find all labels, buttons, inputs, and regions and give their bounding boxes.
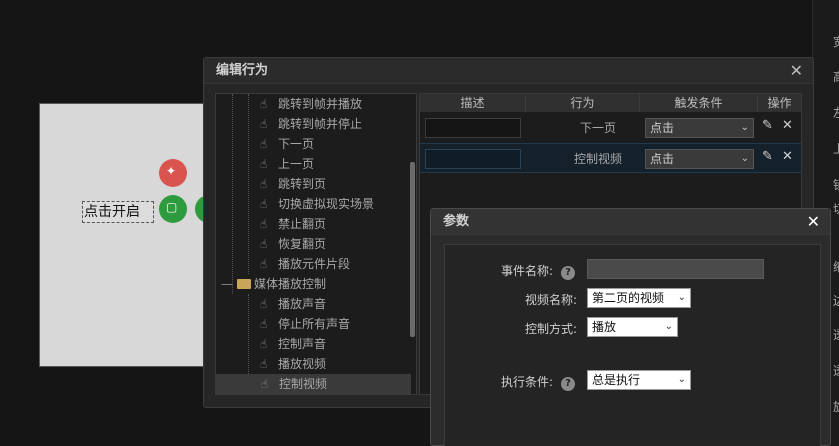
- event-name-input[interactable]: [587, 259, 764, 279]
- hand-icon: ☝: [261, 377, 269, 391]
- hand-icon: ☝: [260, 237, 268, 251]
- prop-switch-label: 切: [833, 200, 839, 217]
- col-header-action: 行为: [526, 94, 640, 112]
- col-header-desc: 描述: [420, 94, 526, 112]
- action-cell: 下一页: [579, 121, 616, 135]
- hand-icon: ☝: [260, 217, 268, 231]
- tree-item[interactable]: ☝ 上一页: [260, 154, 314, 174]
- table-row[interactable]: 控制视频 点击 ⌄ ✎ ✕: [420, 143, 801, 173]
- prop-opacity-label: 透: [833, 326, 839, 343]
- prop-width-label: 宽: [833, 33, 839, 50]
- param-dialog: 参数 ✕ 事件名称:? 视频名称: 第二页的视频 ⌄ 控制方式: 播放 ⌄ 执行条件…: [430, 208, 831, 446]
- tree-item[interactable]: ☝ 跳转到帧并停止: [260, 114, 362, 134]
- edit-icon[interactable]: ✎: [762, 149, 773, 164]
- close-icon[interactable]: ✕: [790, 61, 803, 80]
- col-header-ops: 操作: [758, 94, 801, 112]
- add-behavior-icon[interactable]: ✦: [159, 159, 187, 187]
- delete-icon[interactable]: ✕: [782, 149, 793, 164]
- hand-icon: ☝: [260, 97, 268, 111]
- exec-condition-select[interactable]: 总是执行 ⌄: [587, 370, 691, 390]
- prop-top-label: 上: [833, 140, 839, 157]
- prop-opacity2-label: 透: [833, 362, 839, 379]
- hand-icon: ☝: [260, 257, 268, 271]
- prop-height-label: 高: [833, 68, 839, 85]
- video-icon[interactable]: ▢: [159, 195, 187, 223]
- tree-item[interactable]: ☝ 恢复翻页: [260, 234, 326, 254]
- canvas-page[interactable]: ✦ ▢ 点击开启: [39, 103, 209, 367]
- tree-item[interactable]: ☝ 播放视频: [260, 354, 326, 374]
- tree-item[interactable]: ☝ 跳转到页: [260, 174, 326, 194]
- tree-group-media[interactable]: — 媒体播放控制: [221, 274, 326, 294]
- tree-scrollbar[interactable]: [410, 162, 415, 337]
- hand-icon: ☝: [260, 117, 268, 131]
- hand-icon: ☝: [260, 317, 268, 331]
- chevron-down-icon: ⌄: [740, 122, 749, 133]
- chevron-down-icon: ⌄: [677, 292, 686, 303]
- hand-icon: ☝: [260, 297, 268, 311]
- exec-condition-label: 执行条件:?: [445, 373, 575, 391]
- dialog-title: 编辑行为: [204, 58, 813, 84]
- chevron-down-icon: ⌄: [740, 153, 749, 164]
- control-method-select[interactable]: 播放 ⌄: [587, 317, 678, 337]
- prop-border-label: 边: [833, 292, 839, 309]
- tree-item[interactable]: ☝ 播放声音: [260, 294, 326, 314]
- tree-item-selected[interactable]: ☝ 控制视频: [216, 374, 411, 394]
- col-header-trigger: 触发条件: [640, 94, 758, 112]
- prop-scale-label: 缩: [833, 258, 839, 275]
- hand-icon: ☝: [260, 157, 268, 171]
- hand-icon: ☝: [260, 197, 268, 211]
- delete-icon[interactable]: ✕: [782, 118, 793, 133]
- video-name-label: 视频名称:: [524, 293, 577, 307]
- prop-rotate-label: 旋: [833, 398, 839, 415]
- help-icon[interactable]: ?: [561, 377, 575, 391]
- tree-item[interactable]: ☝ 禁止翻页: [260, 214, 326, 234]
- desc-input[interactable]: [425, 118, 521, 138]
- tree-item[interactable]: ☝ 停止所有声音: [260, 314, 350, 334]
- help-icon[interactable]: ?: [561, 266, 575, 280]
- chevron-down-icon: ⌄: [677, 374, 686, 385]
- desc-input[interactable]: [425, 149, 521, 169]
- video-name-select[interactable]: 第二页的视频 ⌄: [587, 288, 691, 308]
- hand-icon: ☝: [260, 177, 268, 191]
- start-text-element[interactable]: 点击开启: [82, 201, 154, 223]
- trigger-select[interactable]: 点击 ⌄: [645, 118, 754, 138]
- param-dialog-title: 参数: [431, 209, 830, 235]
- chevron-down-icon: ⌄: [664, 321, 673, 332]
- hand-icon: ☝: [260, 137, 268, 151]
- param-body: 事件名称:? 视频名称: 第二页的视频 ⌄ 控制方式: 播放 ⌄ 执行条件:? 总是…: [444, 244, 821, 446]
- tree-item[interactable]: ☝ 切换虚拟现实场景: [260, 194, 374, 214]
- hand-icon: ☝: [260, 357, 268, 371]
- tree-item[interactable]: ☝ 控制声音: [260, 334, 326, 354]
- event-name-label: 事件名称:?: [445, 262, 575, 280]
- tree-item[interactable]: ☝ 跳转到帧并播放: [260, 94, 362, 114]
- tree-item[interactable]: ☝ 播放元件片段: [260, 254, 350, 274]
- close-icon[interactable]: ✕: [807, 212, 820, 231]
- table-row[interactable]: 下一页 点击 ⌄ ✎ ✕: [420, 113, 801, 143]
- prop-lock-label: 锁: [833, 176, 839, 193]
- action-cell: 控制视频: [573, 152, 622, 166]
- edit-icon[interactable]: ✎: [762, 118, 773, 133]
- hand-icon: ☝: [260, 337, 268, 351]
- tree-item[interactable]: ☝ 下一页: [260, 134, 314, 154]
- trigger-select[interactable]: 点击 ⌄: [645, 149, 754, 169]
- prop-left-label: 左: [833, 104, 839, 121]
- folder-icon: [237, 279, 251, 289]
- behavior-tree: ☝ 跳转到帧并播放 ☝ 跳转到帧并停止 ☝ 下一页 ☝ 上一页 ☝ 跳转到页 ☝ 切换虚拟现…: [215, 93, 417, 395]
- control-method-label: 控制方式:: [524, 322, 577, 336]
